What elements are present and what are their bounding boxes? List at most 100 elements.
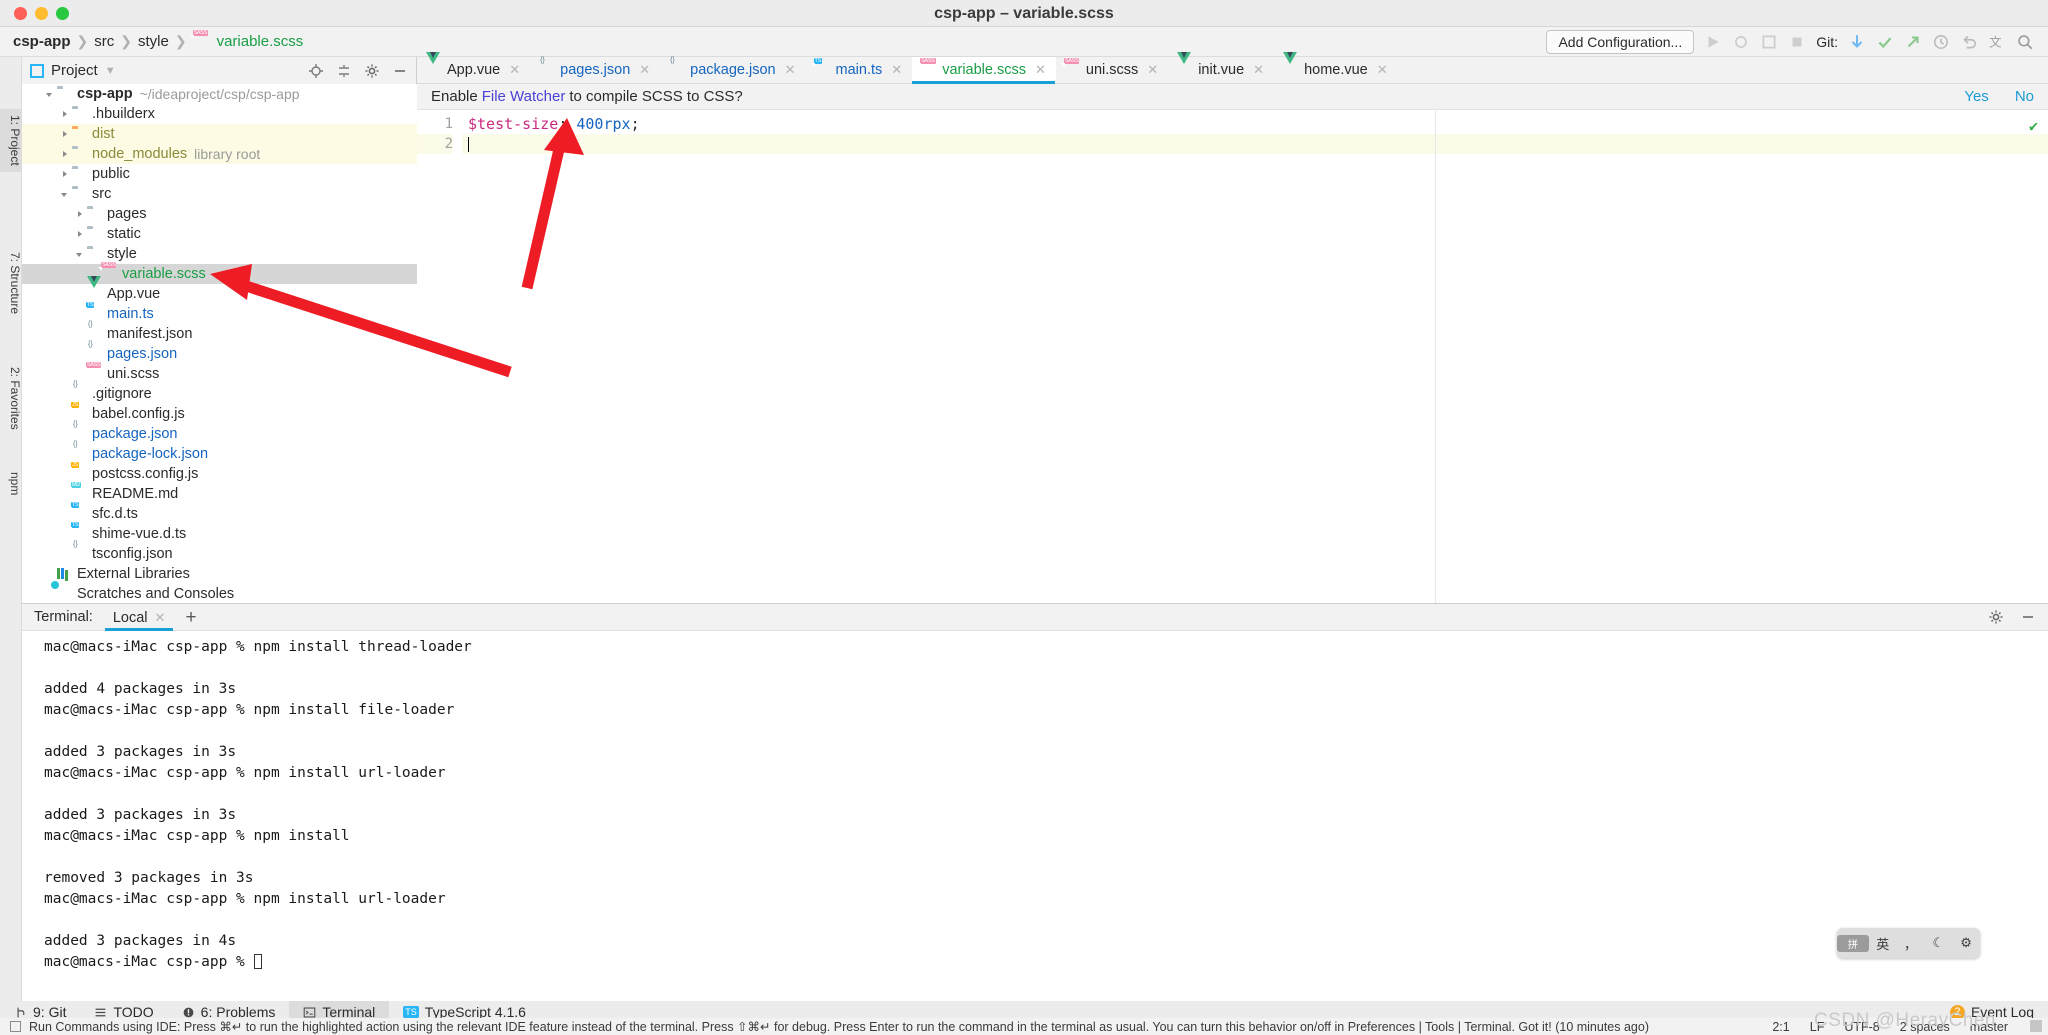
- tree-node-sfc-d-ts[interactable]: TS sfc.d.ts: [22, 502, 417, 524]
- terminal-prompt-line[interactable]: mac@macs-iMac csp-app %: [44, 952, 2048, 973]
- hide-panel-icon[interactable]: [392, 63, 408, 79]
- tree-node-tsconfig-json[interactable]: tsconfig.json: [22, 544, 417, 564]
- chevron-down-icon[interactable]: [44, 88, 57, 101]
- close-icon[interactable]: ✕: [1377, 62, 1388, 78]
- collapse-all-icon[interactable]: [336, 63, 352, 79]
- undo-icon[interactable]: [1960, 33, 1978, 51]
- tree-node-postcss-config-js[interactable]: JS postcss.config.js: [22, 462, 417, 484]
- tool-tab-project[interactable]: 1: Project: [0, 109, 22, 172]
- file-watcher-link[interactable]: File Watcher: [482, 88, 566, 105]
- tree-node-dist[interactable]: dist: [22, 124, 417, 144]
- editor-tab-pages-json[interactable]: pages.json ✕: [530, 57, 660, 83]
- chevron-right-icon[interactable]: [59, 108, 72, 121]
- inspection-ok-icon[interactable]: ✔: [2029, 117, 2038, 135]
- close-icon[interactable]: ✕: [785, 62, 796, 78]
- git-push-icon[interactable]: [1904, 33, 1922, 51]
- tool-tab-favorites[interactable]: 2: Favorites: [0, 367, 22, 430]
- tree-node--gitignore[interactable]: .gitignore: [22, 384, 417, 404]
- close-icon[interactable]: ✕: [891, 62, 902, 78]
- tree-node-babel-config-js[interactable]: JS babel.config.js: [22, 402, 417, 424]
- close-icon[interactable]: ✕: [639, 62, 650, 78]
- editor-tab-app-vue[interactable]: App.vue ✕: [417, 52, 530, 83]
- tree-node-package-lock-json[interactable]: package-lock.json: [22, 444, 417, 464]
- editor-tab-bar[interactable]: App.vue ✕ pages.json ✕ package.json ✕ TS main.t…: [417, 52, 2048, 84]
- chevron-right-icon[interactable]: [59, 148, 72, 161]
- hide-panel-icon[interactable]: [2020, 609, 2036, 625]
- coverage-icon[interactable]: [1760, 33, 1778, 51]
- resize-grip[interactable]: [2030, 1020, 2042, 1032]
- ime-mode-button[interactable]: 英: [1869, 934, 1897, 953]
- gear-icon[interactable]: [364, 63, 380, 79]
- notification-yes-button[interactable]: Yes: [1964, 88, 1988, 105]
- tree-node-pages[interactable]: pages: [22, 204, 417, 224]
- ime-keyboard-icon[interactable]: 拼: [1837, 934, 1869, 952]
- ime-punctuation-button[interactable]: ，: [1897, 934, 1925, 953]
- ime-toolbar[interactable]: 拼 英 ， ☾ ⚙: [1837, 928, 1980, 958]
- tree-node-static[interactable]: static: [22, 224, 417, 244]
- editor-tab-init-vue[interactable]: init.vue ✕: [1168, 52, 1274, 83]
- chevron-down-icon[interactable]: ▼: [105, 65, 116, 77]
- chevron-right-icon[interactable]: [74, 228, 87, 241]
- tree-node-node-modules[interactable]: node_modules library root: [22, 144, 417, 164]
- add-configuration-button[interactable]: Add Configuration...: [1546, 29, 1695, 54]
- close-icon[interactable]: ✕: [509, 62, 520, 78]
- breadcrumb-item-project[interactable]: csp-app: [10, 33, 74, 50]
- breadcrumb-item-file[interactable]: variable.scss: [214, 33, 307, 50]
- tree-node-style[interactable]: style: [22, 244, 417, 264]
- terminal-tab-local[interactable]: Local ✕: [104, 604, 174, 631]
- caret-position[interactable]: 2:1: [1772, 1020, 1789, 1034]
- tree-node--hbuilderx[interactable]: .hbuilderx: [22, 104, 417, 124]
- git-commit-icon[interactable]: [1876, 33, 1894, 51]
- close-icon[interactable]: ✕: [1253, 62, 1264, 78]
- chevron-right-icon[interactable]: [59, 128, 72, 141]
- add-terminal-button[interactable]: +: [185, 608, 196, 627]
- tree-node-pages-json[interactable]: pages.json: [22, 344, 417, 364]
- editor-tab-uni-scss[interactable]: SASS uni.scss ✕: [1056, 57, 1168, 83]
- breadcrumb-item-src[interactable]: src: [91, 33, 117, 50]
- chevron-down-icon[interactable]: [74, 248, 87, 261]
- chevron-right-icon[interactable]: [74, 208, 87, 221]
- code-lines[interactable]: $test-size: 400rpx; ✔: [462, 110, 2048, 603]
- tree-node-main-ts[interactable]: TS main.ts: [22, 302, 417, 324]
- chevron-right-icon[interactable]: [59, 168, 72, 181]
- gear-icon[interactable]: [1988, 609, 2004, 625]
- editor-tab-package-json[interactable]: package.json ✕: [660, 57, 805, 83]
- tree-node-src[interactable]: src: [22, 184, 417, 204]
- tree-node-uni-scss[interactable]: SASS uni.scss: [22, 362, 417, 384]
- tree-node-external-libraries[interactable]: External Libraries: [22, 564, 417, 584]
- editor-tab-home-vue[interactable]: home.vue ✕: [1274, 52, 1398, 83]
- tool-tab-structure[interactable]: 7: Structure: [0, 252, 22, 314]
- tree-node-app-vue[interactable]: App.vue: [22, 276, 417, 304]
- git-update-icon[interactable]: [1848, 33, 1866, 51]
- locate-icon[interactable]: [308, 63, 324, 79]
- tree-node-readme-md[interactable]: MD README.md: [22, 482, 417, 504]
- tree-node-manifest-json[interactable]: manifest.json: [22, 324, 417, 344]
- ime-moon-icon[interactable]: ☾: [1924, 935, 1952, 951]
- chevron-down-icon[interactable]: [59, 188, 72, 201]
- tree-node-scratches-and-consoles[interactable]: Scratches and Consoles: [22, 584, 417, 603]
- tree-node-csp-app[interactable]: csp-app ~/ideaproject/csp/csp-app: [22, 84, 417, 104]
- history-icon[interactable]: [1932, 33, 1950, 51]
- tree-node-package-json[interactable]: package.json: [22, 424, 417, 444]
- run-icon[interactable]: [1704, 33, 1722, 51]
- notification-no-button[interactable]: No: [2015, 88, 2034, 105]
- close-icon[interactable]: ✕: [1035, 62, 1046, 78]
- tree-node-public[interactable]: public: [22, 164, 417, 184]
- project-tree[interactable]: csp-app ~/ideaproject/csp/csp-app .hbuilde…: [22, 84, 417, 603]
- terminal-output[interactable]: mac@macs-iMac csp-app % npm install thre…: [22, 631, 2048, 973]
- debug-icon[interactable]: [1732, 33, 1750, 51]
- breadcrumb-item-style[interactable]: style: [135, 33, 172, 50]
- tree-node-variable-scss[interactable]: SASS variable.scss: [22, 262, 417, 284]
- translate-icon[interactable]: 文: [1988, 33, 2006, 51]
- search-everywhere-icon[interactable]: [2016, 33, 2034, 51]
- breadcrumb[interactable]: csp-app ❯ src ❯ style ❯ SASS variable.sc…: [0, 29, 307, 50]
- tool-tab-npm[interactable]: npm: [0, 472, 22, 495]
- close-icon[interactable]: ✕: [1147, 62, 1158, 78]
- code-editor[interactable]: 1 2 $test-size: 400rpx; ✔: [417, 110, 2048, 603]
- ime-settings-icon[interactable]: ⚙: [1952, 935, 1980, 951]
- editor-tab-main-ts[interactable]: TS main.ts ✕: [806, 57, 913, 83]
- close-icon[interactable]: ✕: [155, 610, 166, 625]
- stop-icon[interactable]: [1788, 33, 1806, 51]
- tree-node-shime-vue-d-ts[interactable]: TS shime-vue.d.ts: [22, 522, 417, 544]
- editor-tab-variable-scss[interactable]: SASS variable.scss ✕: [912, 57, 1056, 84]
